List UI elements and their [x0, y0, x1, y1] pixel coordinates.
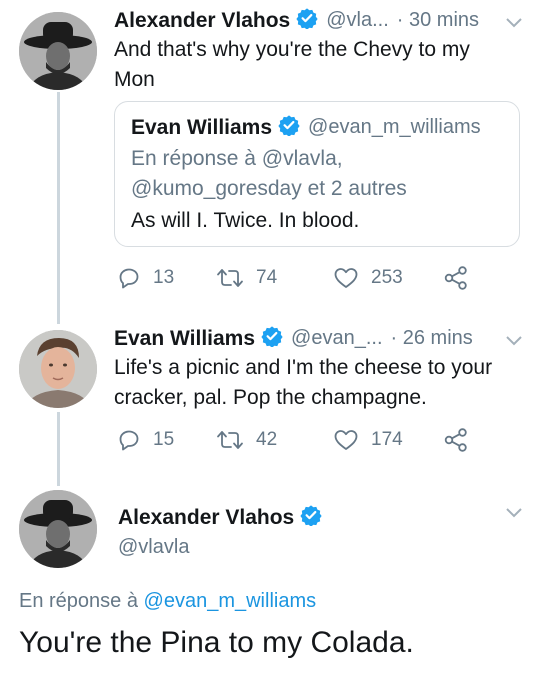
reply-icon: [119, 268, 139, 289]
retweet-button[interactable]: 74: [216, 266, 277, 290]
verified-badge-icon: [300, 504, 322, 531]
reply-prefix: En réponse à: [19, 590, 144, 612]
like-button[interactable]: 253: [333, 266, 403, 290]
like-count: 174: [371, 429, 403, 450]
like-button[interactable]: 174: [333, 428, 403, 452]
retweet-count: 42: [256, 429, 278, 450]
chevron-down-icon[interactable]: [505, 507, 523, 519]
reply-mention: @vlavla,: [261, 147, 343, 170]
reply-count: 15: [153, 429, 175, 450]
timestamp[interactable]: · 26 mins: [391, 327, 473, 350]
thread-line: [57, 92, 60, 324]
author-name[interactable]: Alexander Vlahos: [118, 506, 294, 530]
author-handle[interactable]: @vla...: [326, 9, 389, 32]
reply-prefix: En réponse à: [131, 147, 262, 170]
retweet-count: 74: [256, 267, 278, 288]
avatar[interactable]: [19, 490, 97, 568]
verified-badge-icon: [296, 7, 318, 34]
retweet-icon: [217, 269, 243, 287]
like-count: 253: [371, 267, 403, 288]
quote-author-handle: @evan_m_williams: [308, 116, 481, 138]
reply-context: En réponse à @evan_m_williams: [19, 590, 316, 613]
timestamp[interactable]: · 30 mins: [397, 9, 479, 32]
heart-icon: [334, 268, 358, 288]
reply-button[interactable]: 13: [117, 266, 174, 290]
share-icon: [444, 428, 467, 452]
tweet-text: You're the Pina to my Colada.: [19, 626, 414, 659]
author-handle[interactable]: @vlavla: [118, 536, 189, 559]
verified-badge-icon: [261, 325, 283, 352]
heart-icon: [334, 430, 358, 450]
share-button[interactable]: [443, 265, 469, 291]
share-button[interactable]: [443, 427, 469, 453]
quote-author-name: Evan Williams: [131, 115, 273, 139]
reply-mention-line: @kumo_goresday et 2 autres: [131, 177, 407, 200]
reply-count: 13: [153, 267, 175, 288]
thread-line: [57, 412, 60, 486]
verified-badge-icon: [278, 114, 300, 141]
reply-button[interactable]: 15: [117, 428, 174, 452]
author-handle[interactable]: @evan_...: [291, 327, 382, 350]
avatar[interactable]: [19, 12, 97, 90]
quoted-tweet[interactable]: Evan Williams @evan_m_williams En répons…: [114, 101, 520, 247]
retweet-button[interactable]: 42: [216, 428, 277, 452]
quote-text: As will I. Twice. In blood.: [131, 209, 360, 232]
author-name[interactable]: Evan Williams: [114, 327, 255, 351]
share-icon: [444, 266, 467, 290]
retweet-icon: [217, 431, 243, 449]
avatar[interactable]: [19, 330, 97, 408]
reply-icon: [119, 430, 139, 451]
tweet-text: Life's a picnic and I'm the cheese to yo…: [114, 356, 493, 409]
author-name[interactable]: Alexander Vlahos: [114, 9, 290, 33]
quote-reply-context: En réponse à @vlavla, @kumo_goresday et …: [131, 144, 511, 204]
tweet-text: And that's why you're the Chevy to my Mo…: [114, 38, 470, 91]
reply-mention-link[interactable]: @evan_m_williams: [144, 590, 317, 612]
chevron-down-icon[interactable]: [505, 17, 523, 29]
chevron-down-icon[interactable]: [505, 335, 523, 347]
